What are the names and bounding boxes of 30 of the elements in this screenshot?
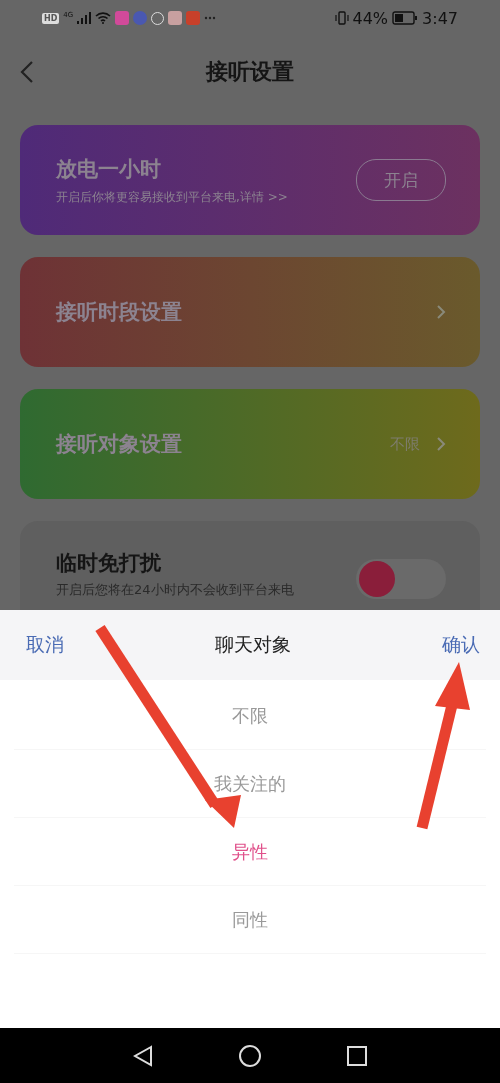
card-title: 临时免打扰 <box>56 550 162 577</box>
app-notification-icon <box>115 11 130 25</box>
recents-icon[interactable] <box>347 1045 368 1066</box>
battery-icon <box>392 11 419 25</box>
enable-button[interactable]: 开启 <box>356 159 446 201</box>
app-notification-icon <box>186 11 201 25</box>
chevron-right-icon <box>436 436 446 452</box>
wifi-icon <box>95 12 112 24</box>
card-subtitle[interactable]: 开启后你将更容易接收到平台来电,详情 >> <box>56 188 288 206</box>
picker-title: 聊天对象 <box>215 632 291 657</box>
signal-icon <box>77 12 92 24</box>
card-value: 不限 <box>390 434 420 454</box>
home-icon[interactable] <box>238 1043 262 1068</box>
settings-card[interactable]: 接听对象设置 不限 <box>20 389 480 499</box>
chevron-right-icon <box>436 304 446 320</box>
confirm-button[interactable]: 确认 <box>442 632 480 658</box>
card-title: 接听时段设置 <box>56 299 182 326</box>
toggle-switch[interactable] <box>356 559 446 599</box>
app-notification-icon <box>168 11 183 25</box>
settings-card[interactable]: 接听时段设置 <box>20 257 480 367</box>
cancel-button[interactable]: 取消 <box>26 632 64 658</box>
clock-time: 3:47 <box>422 8 458 28</box>
picker-option[interactable]: 同性 <box>14 886 486 954</box>
more-icon <box>204 16 217 20</box>
page-title: 接听设置 <box>206 58 294 86</box>
hd-badge: HD <box>42 12 60 24</box>
vibrate-icon <box>334 11 349 25</box>
battery-percent: 44% <box>352 8 389 28</box>
card-title: 放电一小时 <box>56 155 162 183</box>
card-title: 接听对象设置 <box>56 431 182 458</box>
